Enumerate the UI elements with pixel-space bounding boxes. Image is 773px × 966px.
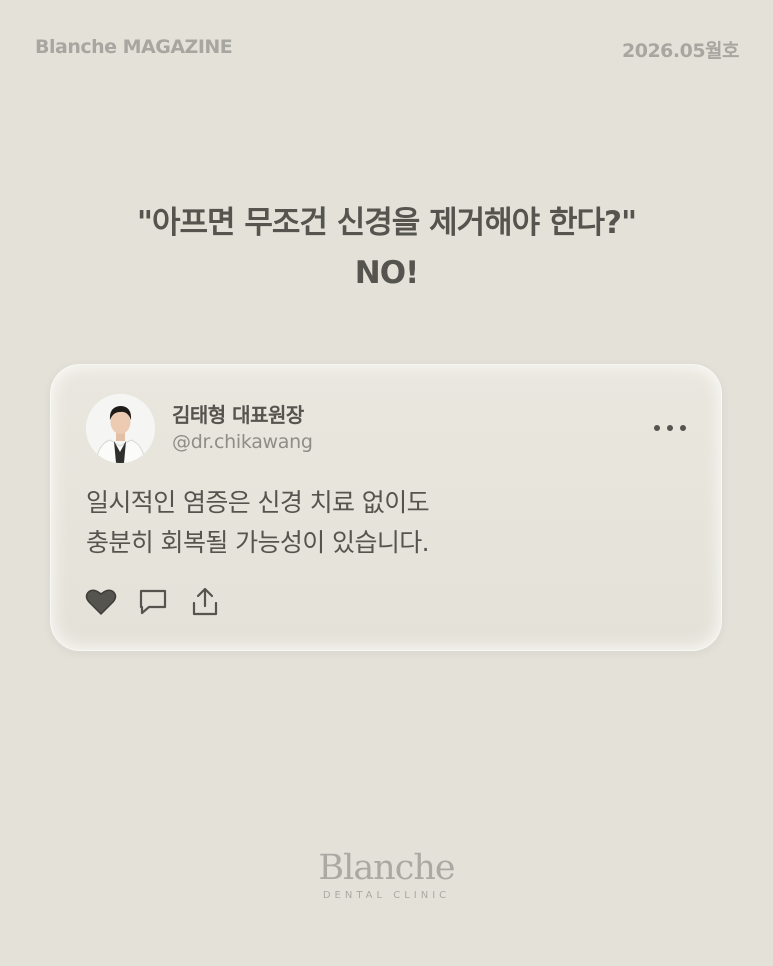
clinic-logo: Blanche DENTAL CLINIC	[0, 848, 773, 901]
top-bar: Blanche MAGAZINE 2026.05월호	[0, 36, 773, 66]
logo-wordmark: Blanche	[318, 848, 455, 888]
issue-date: 2026.05월호	[622, 40, 740, 62]
heart-icon[interactable]	[84, 585, 118, 619]
headline-question: "아프면 무조건 신경을 제거해야 한다?"	[136, 205, 637, 241]
post-body-line: 일시적인 염증은 신경 치료 없이도	[86, 488, 430, 517]
share-icon[interactable]	[188, 585, 222, 619]
author-name[interactable]: 김태형 대표원장	[172, 399, 304, 428]
more-dots-icon[interactable]	[654, 417, 688, 437]
doctor-portrait-icon	[86, 394, 155, 463]
headline-answer: NO!	[354, 255, 419, 291]
post-card: 김태형 대표원장 @dr.chikawang 일시적인 염증은 신경 치료 없이…	[50, 364, 722, 651]
author-handle[interactable]: @dr.chikawang	[172, 431, 313, 453]
post-body-line: 충분히 회복될 가능성이 있습니다.	[86, 528, 430, 557]
post-body: 일시적인 염증은 신경 치료 없이도 충분히 회복될 가능성이 있습니다.	[86, 483, 430, 563]
magazine-name: Blanche MAGAZINE	[35, 36, 233, 58]
headline: "아프면 무조건 신경을 제거해야 한다?" NO!	[0, 198, 773, 298]
comment-icon[interactable]	[136, 585, 170, 619]
avatar[interactable]	[86, 394, 155, 463]
logo-subtitle: DENTAL CLINIC	[322, 890, 451, 901]
